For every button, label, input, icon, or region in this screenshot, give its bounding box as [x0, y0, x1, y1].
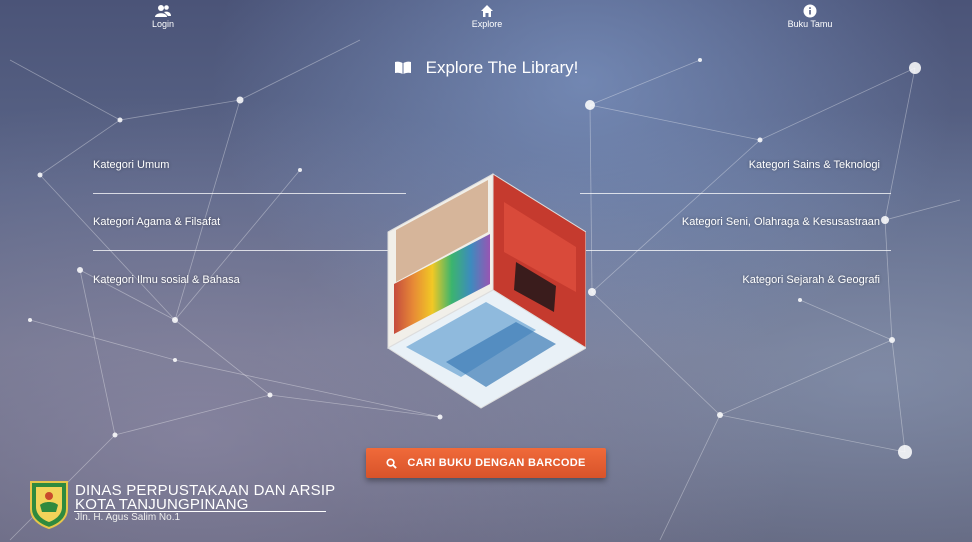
top-navigation: Login Explore Buku Tamu [0, 4, 972, 36]
book-cube-illustration [387, 173, 586, 409]
category-sains-teknologi[interactable]: Kategori Sains & Teknologi [749, 159, 880, 171]
book-open-icon [394, 61, 411, 74]
nav-explore-label: Explore [471, 19, 503, 29]
category-seni-olahraga-kesusastraan[interactable]: Kategori Seni, Olahraga & Kesusastraan [682, 216, 880, 228]
divider [93, 250, 406, 251]
nav-explore[interactable]: Explore [437, 4, 537, 29]
divider [580, 193, 891, 194]
home-icon [481, 5, 493, 17]
search-barcode-button[interactable]: CARI BUKU DENGAN BARCODE [366, 448, 606, 478]
nav-login-label: Login [151, 19, 175, 29]
nav-login[interactable]: Login [113, 4, 213, 29]
category-sejarah-geografi[interactable]: Kategori Sejarah & Geografi [742, 274, 880, 286]
category-umum[interactable]: Kategori Umum [93, 159, 169, 171]
divider [93, 193, 406, 194]
city-seal-logo [30, 481, 68, 529]
hero-heading: Explore The Library! [0, 58, 972, 80]
category-agama-filsafat[interactable]: Kategori Agama & Filsafat [93, 216, 220, 228]
footer-organization: DINAS PERPUSTAKAAN DAN ARSIP KOTA TANJUN… [28, 479, 335, 533]
search-icon [386, 457, 398, 469]
search-barcode-label: CARI BUKU DENGAN BARCODE [407, 457, 586, 469]
nav-guestbook-label: Buku Tamu [787, 19, 833, 29]
users-icon [155, 5, 171, 17]
org-address: Jln. H. Agus Salim No.1 [75, 512, 181, 523]
info-icon [803, 4, 817, 18]
page-title: Explore The Library! [425, 58, 579, 77]
nav-guestbook[interactable]: Buku Tamu [760, 4, 860, 29]
category-ilmu-sosial-bahasa[interactable]: Kategori Ilmu sosial & Bahasa [93, 274, 240, 286]
divider [580, 250, 891, 251]
